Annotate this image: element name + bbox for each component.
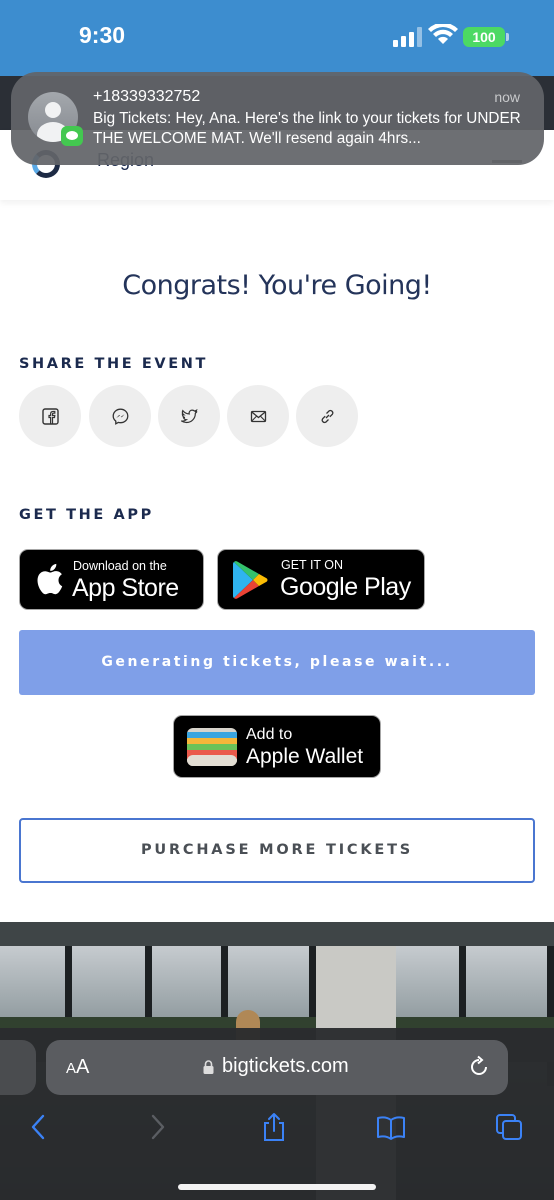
sms-notification[interactable]: +18339332752 now Big Tickets: Hey, Ana. … — [11, 72, 544, 165]
google-play-small-label: GET IT ON — [281, 558, 344, 572]
app-section-title: GET THE APP — [19, 507, 154, 523]
reload-icon[interactable] — [467, 1055, 491, 1079]
wallet-small-label: Add to — [246, 726, 293, 743]
status-time: 9:30 — [79, 22, 126, 48]
notification-body: Big Tickets: Hey, Ana. Here's the link t… — [93, 110, 521, 147]
url-text[interactable]: bigtickets.com — [222, 1055, 349, 1078]
apple-logo-icon — [37, 563, 63, 595]
link-icon — [321, 409, 333, 423]
add-to-apple-wallet-button[interactable]: Add to Apple Wallet — [173, 715, 381, 778]
share-facebook-button[interactable] — [19, 385, 81, 447]
battery-indicator: 100 — [463, 27, 509, 47]
cellular-signal-icon — [393, 27, 422, 47]
share-email-button[interactable] — [227, 385, 289, 447]
google-play-button[interactable]: GET IT ON Google Play — [217, 549, 425, 610]
page-title: Congrats! You're Going! — [122, 270, 432, 301]
notification-time: now — [494, 89, 520, 105]
messenger-icon — [112, 408, 128, 425]
email-icon — [250, 410, 266, 422]
app-store-button[interactable]: Download on the App Store — [19, 549, 204, 610]
share-messenger-button[interactable] — [89, 385, 151, 447]
wallet-icon — [187, 728, 237, 766]
share-section-title: SHARE THE EVENT — [19, 356, 208, 372]
share-link-button[interactable] — [296, 385, 358, 447]
share-twitter-button[interactable] — [158, 385, 220, 447]
home-indicator[interactable] — [178, 1184, 376, 1190]
app-store-big-label: App Store — [72, 574, 179, 602]
lock-icon — [203, 1060, 214, 1074]
previous-tab-bar[interactable] — [0, 1040, 36, 1095]
twitter-icon — [180, 408, 198, 423]
notification-sender: +18339332752 — [93, 88, 201, 105]
generating-tickets-button[interactable]: Generating tickets, please wait... — [19, 630, 535, 695]
messages-app-icon — [61, 126, 83, 146]
back-icon[interactable] — [24, 1112, 54, 1142]
app-store-small-label: Download on the — [73, 559, 167, 573]
google-play-icon — [233, 561, 268, 599]
forward-icon[interactable] — [142, 1112, 172, 1142]
wallet-big-label: Apple Wallet — [246, 745, 364, 768]
tabs-icon[interactable] — [494, 1112, 524, 1142]
google-play-big-label: Google Play — [280, 573, 411, 601]
purchase-more-tickets-button[interactable]: PURCHASE MORE TICKETS — [19, 818, 535, 883]
reader-settings-button[interactable]: AA — [66, 1056, 89, 1079]
share-icon[interactable] — [259, 1112, 289, 1142]
bookmarks-icon[interactable] — [376, 1112, 406, 1142]
status-bar: 9:30 100 — [0, 0, 554, 76]
facebook-icon — [41, 407, 59, 425]
wifi-icon — [428, 24, 458, 44]
